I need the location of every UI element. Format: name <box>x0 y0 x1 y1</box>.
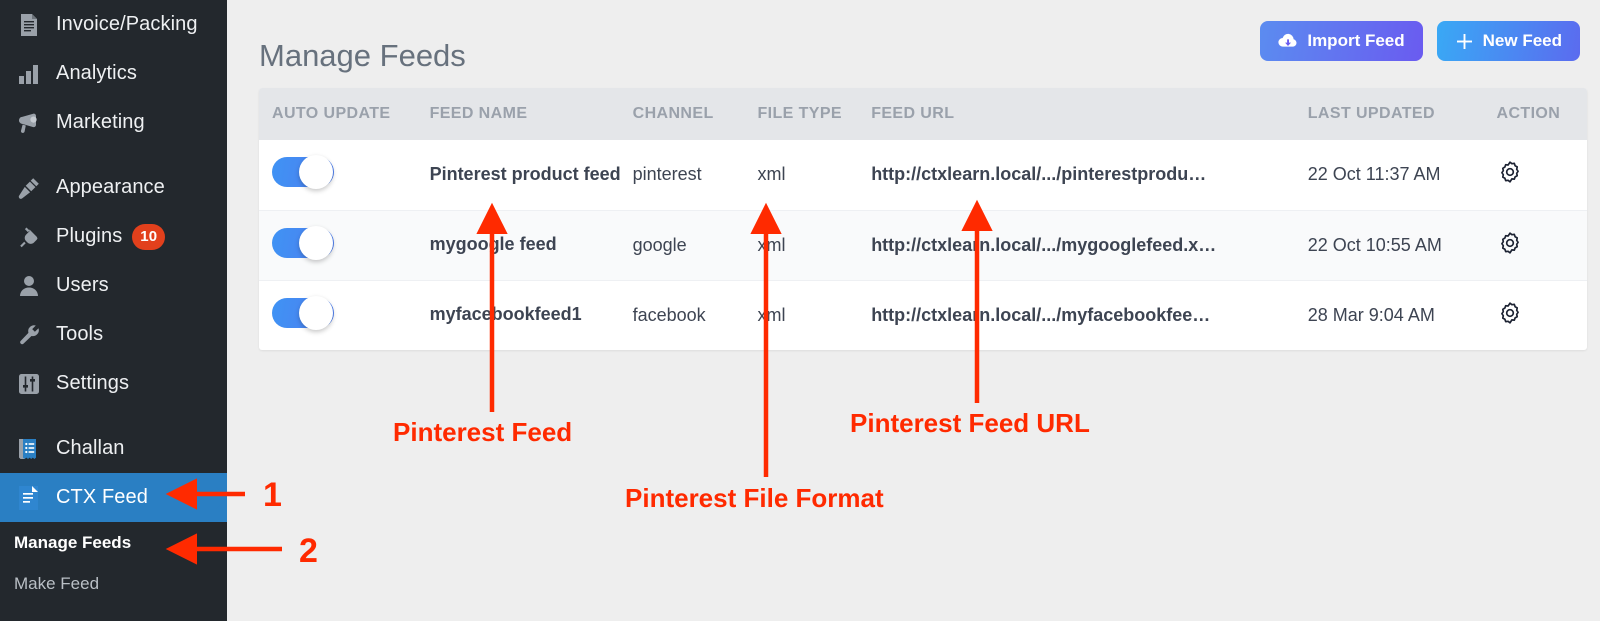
table-header: AUTO UPDATE FEED NAME CHANNEL FILE TYPE … <box>259 88 1587 140</box>
sidebar-item-ctx-feed[interactable]: CTX Feed <box>0 473 227 522</box>
cloud-download-icon <box>1278 33 1298 49</box>
column-header-last-updated: LAST UPDATED <box>1307 88 1491 140</box>
toggle-knob <box>299 155 333 190</box>
receipt-icon <box>14 436 44 462</box>
channel-cell: facebook <box>632 304 706 325</box>
sidebar-item-challan[interactable]: Challan <box>0 424 227 473</box>
file-type-cell: xml <box>757 304 786 325</box>
sidebar-item-plugins[interactable]: Plugins 10 <box>0 212 227 261</box>
sidebar-item-label: Challan <box>56 437 125 459</box>
plug-icon <box>14 224 44 250</box>
sidebar-item-marketing[interactable]: Marketing <box>0 98 227 147</box>
table-row: myfacebookfeed1 facebook xml http://ctxl… <box>259 280 1587 350</box>
auto-update-cell <box>259 210 430 281</box>
sidebar-item-label: CTX Feed <box>56 486 148 508</box>
document-icon <box>14 12 44 38</box>
feeds-table: AUTO UPDATE FEED NAME CHANNEL FILE TYPE … <box>259 88 1587 350</box>
table-row: Pinterest product feed pinterest xml htt… <box>259 140 1587 211</box>
sidebar-divider-2 <box>0 408 227 424</box>
auto-update-toggle[interactable] <box>272 155 334 190</box>
table-header-row: AUTO UPDATE FEED NAME CHANNEL FILE TYPE … <box>259 88 1587 140</box>
sidebar-item-label: Invoice/Packing <box>56 13 198 35</box>
last-updated-cell: 28 Mar 9:04 AM <box>1307 304 1435 325</box>
sidebar-item-label: Settings <box>56 372 130 394</box>
table-body: Pinterest product feed pinterest xml htt… <box>259 140 1587 350</box>
feeds-table-card: AUTO UPDATE FEED NAME CHANNEL FILE TYPE … <box>259 88 1587 350</box>
column-header-feed-url: FEED URL <box>871 88 1308 140</box>
sidebar-item-label: Analytics <box>56 62 137 84</box>
auto-update-toggle[interactable] <box>272 295 334 330</box>
channel-cell: pinterest <box>632 140 758 211</box>
sidebar-subitem-manage-feeds[interactable]: Manage Feeds <box>0 522 227 563</box>
feed-name-cell: Pinterest product feed <box>429 140 633 211</box>
sidebar-subitem-label: Make Feed <box>14 573 100 593</box>
gear-icon[interactable] <box>1497 230 1523 256</box>
column-header-feed-name: FEED NAME <box>429 88 633 140</box>
plugins-update-badge: 10 <box>132 223 166 250</box>
sidebar-item-settings[interactable]: Settings <box>0 359 227 408</box>
feed-url-cell[interactable]: http://ctxlearn.local/.../myfacebookfee… <box>871 280 1308 350</box>
sidebar-item-users[interactable]: Users <box>0 261 227 310</box>
column-header-auto-update: AUTO UPDATE <box>259 88 430 140</box>
sidebar-item-invoice-packing[interactable]: Invoice/Packing <box>0 0 227 49</box>
column-header-channel: CHANNEL <box>632 88 758 140</box>
new-feed-button[interactable]: New Feed <box>1436 21 1580 61</box>
last-updated-cell: 22 Oct 10:55 AM <box>1307 210 1491 281</box>
plus-icon <box>1455 32 1474 51</box>
action-cell <box>1490 140 1587 211</box>
toggle-knob <box>299 295 333 330</box>
sidebar: Invoice/Packing Analytics Marketing Appe… <box>0 0 227 621</box>
import-feed-button[interactable]: Import Feed <box>1260 21 1423 61</box>
file-type-cell: xml <box>757 140 872 211</box>
sidebar-item-label: Marketing <box>56 111 145 133</box>
sliders-icon <box>14 371 44 397</box>
main-content: Manage Feeds Import Feed New Feed AUTO U… <box>227 0 1600 621</box>
sidebar-item-label: Users <box>56 274 109 296</box>
last-updated-cell: 22 Oct 11:37 AM <box>1307 140 1491 211</box>
sidebar-item-tools[interactable]: Tools <box>0 310 227 359</box>
channel-cell: google <box>632 210 758 281</box>
auto-update-toggle[interactable] <box>272 225 334 260</box>
sidebar-divider <box>0 147 227 163</box>
feed-name-cell: myfacebookfeed1 <box>429 304 582 325</box>
sidebar-item-label: Plugins <box>56 225 123 247</box>
toggle-knob <box>299 225 333 260</box>
bar-chart-icon <box>14 61 44 87</box>
sidebar-item-label: Appearance <box>56 176 165 198</box>
page-title: Manage Feeds <box>259 38 466 73</box>
user-icon <box>14 273 44 299</box>
wrench-icon <box>14 322 44 348</box>
gear-icon[interactable] <box>1497 159 1523 185</box>
feed-name-cell: mygoogle feed <box>429 210 633 281</box>
paintbrush-icon <box>14 175 44 201</box>
feed-url-cell[interactable]: http://ctxlearn.local/.../pinterestprodu… <box>871 140 1308 211</box>
app-root: Invoice/Packing Analytics Marketing Appe… <box>0 0 1600 621</box>
sidebar-subitem-label: Manage Feeds <box>14 532 132 552</box>
gear-icon[interactable] <box>1497 300 1523 326</box>
file-type-cell: xml <box>757 210 872 281</box>
new-feed-label: New Feed <box>1482 31 1562 50</box>
sidebar-item-appearance[interactable]: Appearance <box>0 163 227 212</box>
feed-url-cell[interactable]: http://ctxlearn.local/.../mygooglefeed.x… <box>871 210 1308 281</box>
sidebar-item-label: Tools <box>56 323 104 345</box>
column-header-action: ACTION <box>1490 88 1587 140</box>
auto-update-cell <box>259 280 430 350</box>
table-row: mygoogle feed google xml http://ctxlearn… <box>259 210 1587 281</box>
sidebar-subitem-make-feed[interactable]: Make Feed <box>0 563 227 604</box>
import-feed-label: Import Feed <box>1307 31 1405 50</box>
feed-document-icon <box>14 485 44 511</box>
header-actions: Import Feed New Feed <box>1260 21 1580 61</box>
action-cell <box>1490 210 1587 281</box>
column-header-file-type: FILE TYPE <box>757 88 872 140</box>
sidebar-item-analytics[interactable]: Analytics <box>0 49 227 98</box>
action-cell <box>1491 280 1588 350</box>
megaphone-icon <box>14 110 44 136</box>
auto-update-cell <box>259 140 430 211</box>
